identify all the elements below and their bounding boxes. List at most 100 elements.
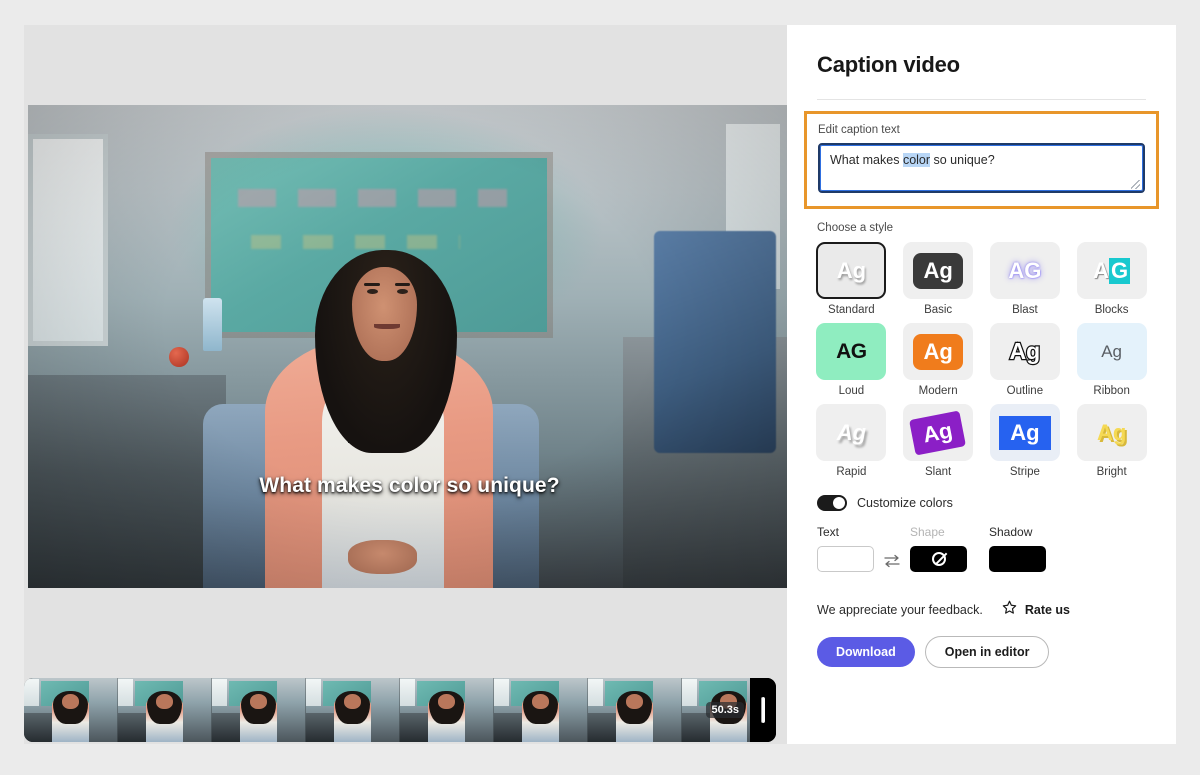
style-option-slant[interactable]: Ag Slant	[902, 404, 975, 478]
style-option-loud[interactable]: AG Loud	[815, 323, 888, 397]
style-sample-text: Ag	[913, 252, 963, 289]
style-preview-basic: Ag	[903, 242, 974, 299]
text-color-label: Text	[817, 525, 840, 539]
filmstrip[interactable]: 50.3s	[24, 678, 750, 742]
duration-label: 50.3s	[706, 702, 744, 718]
swap-arrows-icon[interactable]	[874, 554, 910, 572]
style-option-standard[interactable]: Ag Standard	[815, 242, 888, 316]
caption-panel: Caption video Edit caption text What mak…	[787, 25, 1176, 744]
style-sample-text: Ag	[1101, 341, 1123, 361]
style-preview-slant: Ag	[903, 404, 974, 461]
style-label: Slant	[925, 466, 952, 478]
style-sample-text-a: A	[1093, 257, 1109, 283]
rate-us-button[interactable]: Rate us	[1001, 599, 1070, 621]
style-sample-text: AG	[836, 339, 867, 363]
video-timeline[interactable]: 50.3s	[24, 678, 776, 742]
download-button[interactable]: Download	[817, 637, 915, 667]
shape-color-swatch[interactable]	[910, 546, 967, 572]
caption-text-input[interactable]: What makes color so unique?	[818, 143, 1145, 193]
customize-colors-label: Customize colors	[857, 496, 953, 510]
style-label: Outline	[1006, 385, 1044, 397]
trim-handle-right[interactable]	[750, 678, 776, 742]
style-label: Standard	[828, 304, 875, 316]
style-label: Bright	[1096, 466, 1127, 478]
color-controls: Text Shape Shadow	[817, 525, 1176, 572]
caption-text-after: so unique?	[930, 153, 995, 167]
style-preview-blast: AG	[989, 242, 1060, 299]
style-preview-loud: AG	[816, 323, 887, 380]
no-fill-icon	[931, 552, 946, 566]
shape-color-label: Shape	[910, 525, 945, 539]
feedback-row: We appreciate your feedback. Rate us	[817, 599, 1176, 621]
style-sample-text: Ag	[913, 333, 963, 370]
person-brow-right	[395, 283, 411, 286]
choose-style-label: Choose a style	[817, 222, 894, 234]
star-outline-icon	[1001, 599, 1018, 621]
style-label: Stripe	[1009, 466, 1040, 478]
filmstrip-thumbnail[interactable]	[24, 678, 118, 742]
filmstrip-thumbnail[interactable]	[494, 678, 588, 742]
person-brow-left	[364, 283, 380, 286]
style-option-basic[interactable]: Ag Basic	[902, 242, 975, 316]
style-sample-text: Ag	[836, 257, 867, 283]
trim-grip-icon	[761, 697, 765, 723]
style-option-blast[interactable]: AG Blast	[989, 242, 1062, 316]
shape-color-group: Shape	[910, 525, 967, 572]
filmstrip-thumbnail[interactable]	[400, 678, 494, 742]
video-frame	[28, 105, 787, 588]
style-label: Ribbon	[1093, 385, 1130, 397]
style-label: Blocks	[1094, 304, 1129, 316]
shadow-color-swatch[interactable]	[989, 546, 1046, 572]
video-caption-overlay: What makes color so unique?	[259, 474, 560, 497]
style-option-stripe[interactable]: Ag Stripe	[989, 404, 1062, 478]
style-option-outline[interactable]: Ag Outline	[989, 323, 1062, 397]
style-option-ribbon[interactable]: Ag Ribbon	[1075, 323, 1148, 397]
style-option-bright[interactable]: Ag Bright	[1075, 404, 1148, 478]
video-player[interactable]: What makes color so unique?	[28, 105, 787, 588]
filmstrip-thumbnail[interactable]	[588, 678, 682, 742]
style-sample-text: Ag	[909, 409, 967, 456]
person-hands	[348, 539, 418, 574]
panel-divider	[817, 99, 1146, 100]
resize-grip-icon[interactable]	[1131, 180, 1140, 189]
customize-colors-row: Customize colors	[817, 495, 1176, 511]
style-option-rapid[interactable]: Ag Rapid	[815, 404, 888, 478]
panel-title: Caption video	[817, 52, 960, 77]
style-sample-text-b: G	[1109, 257, 1131, 284]
style-sample-text: Ag	[1096, 419, 1127, 445]
style-label: Loud	[838, 385, 865, 397]
edit-caption-section: Edit caption text What makes color so un…	[804, 111, 1159, 209]
open-in-editor-button[interactable]: Open in editor	[924, 636, 1050, 668]
rate-us-label: Rate us	[1024, 603, 1070, 617]
style-label: Basic	[924, 304, 953, 316]
style-label: Rapid	[836, 466, 867, 478]
style-preview-ribbon: Ag	[1076, 323, 1147, 380]
feedback-text: We appreciate your feedback.	[817, 603, 983, 617]
caption-text-selection: color	[902, 153, 931, 167]
filmstrip-thumbnail[interactable]	[118, 678, 212, 742]
filmstrip-thumbnail[interactable]	[306, 678, 400, 742]
style-sample-text: Ag	[836, 419, 867, 445]
style-preview-bright: Ag	[1076, 404, 1147, 461]
panel-actions: Download Open in editor	[817, 636, 1176, 668]
style-option-blocks[interactable]: AG Blocks	[1075, 242, 1148, 316]
shadow-color-label: Shadow	[989, 525, 1033, 539]
style-preview-standard: Ag	[816, 242, 887, 299]
edit-caption-label: Edit caption text	[818, 124, 900, 136]
style-sample-text: AG	[1008, 257, 1042, 283]
shadow-color-group: Shadow	[989, 525, 1046, 572]
style-option-modern[interactable]: Ag Modern	[902, 323, 975, 397]
caption-text-before: What makes	[830, 153, 903, 167]
style-preview-outline: Ag	[989, 323, 1060, 380]
customize-colors-toggle[interactable]	[817, 495, 847, 511]
text-color-group: Text	[817, 525, 874, 572]
style-preview-stripe: Ag	[989, 404, 1060, 461]
style-preview-modern: Ag	[903, 323, 974, 380]
text-color-swatch[interactable]	[817, 546, 874, 572]
style-sample-text: Ag	[1008, 337, 1041, 366]
app-root: What makes color so unique? 50.3s Captio…	[0, 0, 1200, 775]
style-preview-blocks: AG	[1076, 242, 1147, 299]
style-label: Modern	[918, 385, 958, 397]
filmstrip-thumbnail[interactable]	[212, 678, 306, 742]
style-grid: Ag Standard Ag Basic AG Blast AG Blocks …	[787, 242, 1176, 478]
